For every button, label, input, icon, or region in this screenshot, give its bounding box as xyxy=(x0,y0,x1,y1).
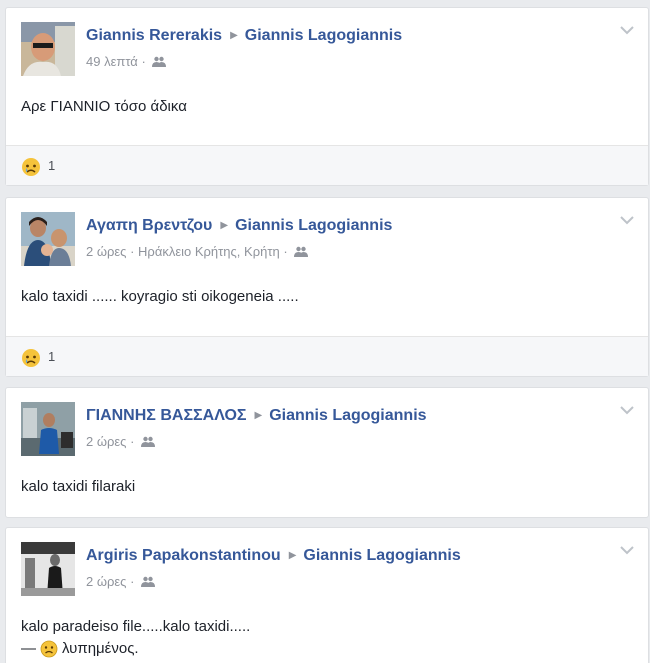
post-timestamp[interactable]: 2 ώρες xyxy=(86,244,126,259)
feeling-text[interactable]: λυπημένος. xyxy=(62,638,139,660)
feeling-line: — λυπημένος. xyxy=(21,638,633,660)
reactions-bar[interactable]: 1 xyxy=(6,145,648,185)
avatar[interactable] xyxy=(21,402,75,456)
target-link[interactable]: Giannis Lagogiannis xyxy=(235,217,392,234)
sad-emoji-icon[interactable] xyxy=(21,157,41,177)
reaction-count[interactable]: 1 xyxy=(48,349,55,364)
author-link[interactable]: Giannis Rererakis xyxy=(86,27,222,44)
friends-audience-icon[interactable] xyxy=(294,246,309,257)
sad-emoji-icon[interactable] xyxy=(21,348,41,368)
feeling-dash: — xyxy=(21,640,36,657)
author-link[interactable]: ΓΙΑΝΝΗΣ ΒΑΣΣΑΛΟΣ xyxy=(86,407,246,424)
sad-face-icon xyxy=(40,640,58,658)
right-triangle-icon: ▶ xyxy=(220,220,229,231)
friends-audience-icon[interactable] xyxy=(152,56,167,67)
target-link[interactable]: Giannis Lagogiannis xyxy=(303,547,460,564)
feed-post: Giannis Rererakis ▶ Giannis Lagogiannis 49… xyxy=(5,7,649,186)
friends-audience-icon[interactable] xyxy=(141,436,156,447)
feed-post: Αγαπη Βρεντζου ▶ Giannis Lagogiannis 2 ώρε… xyxy=(5,197,649,377)
post-text-line: kalo paradeiso file.....kalo taxidi..... xyxy=(21,618,251,635)
chevron-down-icon[interactable] xyxy=(620,26,634,35)
right-triangle-icon: ▶ xyxy=(254,410,263,421)
reactions-bar[interactable]: 1 xyxy=(6,336,648,376)
feed-post: Argiris Papakonstantinou ▶ Giannis Lagogia… xyxy=(5,527,649,663)
target-link[interactable]: Giannis Lagogiannis xyxy=(269,407,426,424)
chevron-down-icon[interactable] xyxy=(620,406,634,415)
post-text: kalo paradeiso file.....kalo taxidi.....… xyxy=(6,602,648,660)
avatar[interactable] xyxy=(21,22,75,76)
avatar[interactable] xyxy=(21,542,75,596)
feed-post: ΓΙΑΝΝΗΣ ΒΑΣΣΑΛΟΣ ▶ Giannis Lagogiannis 2 ώ… xyxy=(5,387,649,518)
post-text: kalo taxidi filaraki xyxy=(21,478,136,495)
post-timestamp[interactable]: 2 ώρες xyxy=(86,574,126,589)
author-link[interactable]: Αγαπη Βρεντζου xyxy=(86,217,212,234)
author-link[interactable]: Argiris Papakonstantinou xyxy=(86,547,281,564)
post-timestamp[interactable]: 49 λεπτά xyxy=(86,54,138,69)
chevron-down-icon[interactable] xyxy=(620,216,634,225)
friends-audience-icon[interactable] xyxy=(141,576,156,587)
chevron-down-icon[interactable] xyxy=(620,546,634,555)
right-triangle-icon: ▶ xyxy=(288,550,297,561)
target-link[interactable]: Giannis Lagogiannis xyxy=(245,27,402,44)
location-link[interactable]: Ηράκλειο Κρήτης, Κρήτη xyxy=(138,244,280,259)
avatar[interactable] xyxy=(21,212,75,266)
post-timestamp[interactable]: 2 ώρες xyxy=(86,434,126,449)
right-triangle-icon: ▶ xyxy=(230,30,238,41)
post-text: kalo taxidi ...... koyragio sti oikogene… xyxy=(21,288,299,305)
post-text: Αρε ΓΙΑΝΝΙΟ τόσο άδικα xyxy=(21,98,187,115)
reaction-count[interactable]: 1 xyxy=(48,158,55,173)
